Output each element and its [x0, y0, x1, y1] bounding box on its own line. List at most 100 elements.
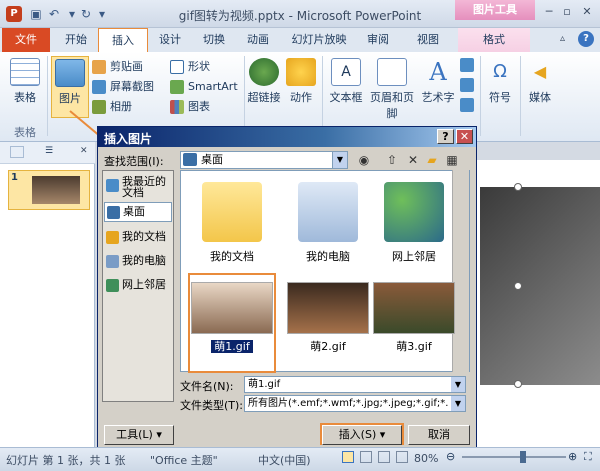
screenshot-button[interactable]: 屏幕截图: [90, 78, 170, 96]
header-footer-button[interactable]: 页眉和页脚: [366, 56, 418, 120]
media-button[interactable]: ◀ 媒体: [524, 56, 556, 118]
restore-button[interactable]: ▫: [558, 4, 576, 20]
folder-documents-icon: [202, 182, 262, 242]
up-folder-icon[interactable]: ⇧: [384, 152, 400, 168]
chart-button[interactable]: 图表: [168, 98, 244, 116]
tab-home[interactable]: 开始: [58, 28, 94, 52]
customize-qat-icon[interactable]: ▾: [94, 6, 110, 22]
back-icon[interactable]: ◉: [356, 152, 372, 168]
minimize-button[interactable]: ─: [540, 4, 558, 20]
reading-view-icon[interactable]: [378, 451, 390, 463]
lookin-dropdown-arrow[interactable]: ▼: [332, 152, 347, 168]
dialog-close-button[interactable]: ✕: [456, 129, 473, 144]
powerpoint-app-icon[interactable]: P: [6, 6, 22, 22]
place-recent[interactable]: 我最近的文档: [104, 176, 172, 202]
file-item-network[interactable]: 网上邻居: [370, 176, 458, 264]
place-desktop[interactable]: 桌面: [104, 202, 172, 222]
zoom-slider[interactable]: [462, 456, 566, 458]
desktop-icon: [107, 206, 120, 219]
theme-name: "Office 主题": [150, 454, 218, 467]
tab-design[interactable]: 设计: [152, 28, 188, 52]
group-separator: [47, 56, 48, 136]
slide-sorter-icon[interactable]: [360, 451, 372, 463]
tools-button[interactable]: 工具(L) ▾: [104, 425, 174, 445]
slide-number-icon[interactable]: [460, 78, 474, 92]
clipart-icon: [92, 60, 106, 74]
delete-icon[interactable]: ✕: [405, 152, 421, 168]
place-network[interactable]: 网上邻居: [104, 276, 172, 296]
image-thumbnail: [191, 282, 273, 334]
help-icon[interactable]: ?: [578, 31, 594, 47]
resize-handle[interactable]: [514, 380, 522, 388]
network-places-icon: [106, 279, 119, 292]
action-button[interactable]: 动作: [284, 56, 318, 118]
close-panel-icon[interactable]: ✕: [80, 146, 92, 158]
resize-handle[interactable]: [514, 183, 522, 191]
slideshow-view-icon[interactable]: [396, 451, 408, 463]
desktop-icon: [183, 153, 197, 166]
redo-icon[interactable]: ↻: [78, 6, 94, 22]
zoom-out-icon[interactable]: ⊖: [446, 450, 458, 463]
textbox-icon: A: [331, 58, 361, 86]
filetype-label: 文件类型(T):: [180, 399, 244, 412]
undo-icon[interactable]: ↶: [46, 6, 62, 22]
zoom-slider-thumb[interactable]: [520, 451, 526, 463]
symbol-button[interactable]: Ω 符号: [484, 56, 516, 118]
place-documents[interactable]: 我的文档: [104, 228, 172, 248]
file-item-computer[interactable]: 我的电脑: [284, 176, 372, 264]
filetype-select[interactable]: 所有图片(*.emf;*.wmf;*.jpg;*.jpeg;*.gif;*. ▼: [244, 395, 466, 412]
insert-button[interactable]: 插入(S) ▾: [322, 425, 402, 445]
cancel-button[interactable]: 取消: [408, 425, 470, 445]
views-icon[interactable]: ▦: [444, 152, 460, 168]
album-button[interactable]: 相册: [90, 98, 170, 116]
object-icon[interactable]: [460, 98, 474, 112]
tab-transitions[interactable]: 切换: [196, 28, 232, 52]
language-status[interactable]: 中文(中国): [258, 452, 311, 468]
resize-handle[interactable]: [514, 282, 522, 290]
file-item-gif3[interactable]: 萌3.gif: [370, 274, 458, 354]
tab-insert[interactable]: 插入: [98, 28, 148, 52]
tab-review[interactable]: 审阅: [360, 28, 396, 52]
hyperlink-button[interactable]: 超链接: [246, 56, 282, 118]
slides-tab-icon[interactable]: [10, 146, 24, 158]
fit-slide-icon[interactable]: ⛶: [584, 450, 596, 463]
close-window-button[interactable]: ✕: [578, 4, 596, 20]
tab-slideshow[interactable]: 幻灯片放映: [286, 28, 352, 52]
recent-documents-icon: [106, 179, 119, 192]
lookin-select[interactable]: 桌面: [180, 151, 348, 169]
save-icon[interactable]: ▣: [28, 6, 44, 22]
tab-file[interactable]: 文件: [2, 28, 50, 52]
zoom-level[interactable]: 80%: [414, 452, 438, 465]
filetype-dropdown-arrow[interactable]: ▼: [451, 396, 465, 411]
new-folder-icon[interactable]: ▰: [424, 152, 440, 168]
picture-button[interactable]: 图片: [51, 56, 89, 118]
wordart-button[interactable]: A 艺术字: [420, 56, 456, 118]
tab-view[interactable]: 视图: [410, 28, 446, 52]
omega-icon: Ω: [493, 61, 507, 82]
dialog-help-button[interactable]: ?: [437, 129, 454, 144]
file-item-documents[interactable]: 我的文档: [188, 176, 276, 264]
clipart-button[interactable]: 剪贴画: [90, 58, 170, 76]
zoom-in-icon[interactable]: ⊕: [568, 450, 580, 463]
tab-animations[interactable]: 动画: [240, 28, 276, 52]
ribbon-collapse-icon[interactable]: ▵: [560, 33, 576, 47]
outline-tab-icon[interactable]: ☰: [42, 146, 56, 158]
filename-dropdown-arrow[interactable]: ▼: [451, 377, 465, 392]
textbox-button[interactable]: A 文本框: [326, 56, 366, 118]
filename-field[interactable]: 萌1.gif ▼: [244, 376, 466, 393]
smartart-button[interactable]: SmartArt: [168, 78, 244, 96]
filename-label: 文件名(N):: [180, 380, 234, 393]
picture-tools-header: 图片工具: [455, 0, 535, 20]
place-computer[interactable]: 我的电脑: [104, 252, 172, 272]
group-label-table: 表格: [14, 126, 36, 139]
file-item-gif2[interactable]: 萌2.gif: [284, 274, 372, 354]
date-time-icon[interactable]: [460, 58, 474, 72]
smartart-icon: [170, 80, 184, 94]
file-item-gif1[interactable]: 萌1.gif: [188, 274, 276, 354]
normal-view-icon[interactable]: [342, 451, 354, 463]
slide-picture[interactable]: [480, 187, 600, 385]
tab-format[interactable]: 格式: [458, 28, 530, 52]
dialog-title-bar: [98, 127, 476, 147]
table-button[interactable]: 表格: [6, 56, 44, 118]
shapes-button[interactable]: 形状: [168, 58, 244, 76]
